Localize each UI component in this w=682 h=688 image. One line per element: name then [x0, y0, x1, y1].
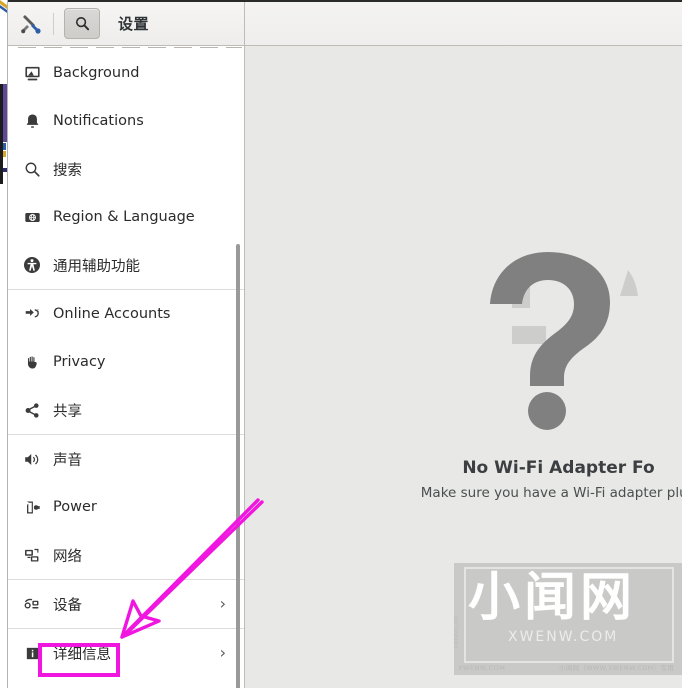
sidebar-item-label: 网络	[53, 548, 82, 565]
share-icon	[22, 400, 42, 420]
window-title: 设置	[118, 15, 150, 33]
watermark-footer-right: 小闻网（WWW.XWENW.COM）专用	[559, 664, 674, 672]
online-accounts-icon: s	[22, 304, 42, 324]
sidebar-item-notifications[interactable]: Notifications	[8, 97, 244, 145]
header-bar: 设置	[8, 2, 682, 46]
empty-state-subtitle: Make sure you have a Wi-Fi adapter plug	[420, 485, 682, 501]
search-toggle-button[interactable]	[64, 8, 100, 39]
sidebar-item-sharing[interactable]: 共享	[8, 386, 244, 434]
header-left-section: 设置	[8, 2, 245, 45]
power-icon	[22, 497, 42, 517]
question-mark-icon	[460, 246, 640, 436]
watermark-footer-left: XWENW.COM	[458, 664, 506, 672]
sidebar-scrollbar-track[interactable]	[236, 145, 242, 688]
sidebar-group-personal: Background Notifications 搜索 Region & Lan…	[8, 49, 244, 290]
watermark-side-text: XWENW.COM	[454, 616, 460, 649]
sidebar-item-label: Power	[53, 499, 97, 515]
sidebar-item-label: 声音	[53, 452, 82, 469]
region-language-icon	[22, 207, 42, 227]
sidebar-item-details[interactable]: 详细信息 ›	[8, 629, 244, 677]
background-corner-icon	[0, 0, 8, 22]
header-separator	[53, 12, 54, 35]
sidebar-group-hardware: 声音 Power 网络	[8, 435, 244, 580]
site-watermark: XWENW.COM 小闻网 XWENW.COM XWENW.COM 小闻网（WW…	[454, 563, 682, 675]
sidebar-item-label: Background	[53, 65, 140, 81]
sidebar-item-label: Notifications	[53, 113, 144, 129]
details-info-icon	[22, 643, 42, 663]
network-icon	[22, 545, 42, 565]
sound-icon	[22, 449, 42, 469]
privacy-hand-icon	[22, 352, 42, 372]
sidebar-group-devices: 设备 ›	[8, 580, 244, 629]
sidebar-item-label: 通用辅助功能	[53, 258, 140, 275]
chevron-right-icon: ›	[219, 594, 226, 613]
sidebar-item-privacy[interactable]: Privacy	[8, 338, 244, 386]
background-fragment-blue	[3, 143, 6, 150]
sidebar-item-online-accounts[interactable]: s Online Accounts	[8, 290, 244, 338]
sidebar-item-background[interactable]: Background	[8, 49, 244, 97]
sidebar-item-label: Privacy	[53, 354, 106, 370]
sidebar-item-label: Online Accounts	[53, 306, 171, 322]
empty-state-title: No Wi-Fi Adapter Fo	[462, 458, 655, 478]
tools-icon[interactable]	[18, 11, 44, 37]
wifi-empty-state: No Wi-Fi Adapter Fo Make sure you have a…	[245, 46, 682, 501]
svg-text:s: s	[36, 309, 39, 314]
sidebar-item-search[interactable]: 搜索	[8, 145, 244, 193]
watermark-en-text: XWENW.COM	[508, 629, 619, 645]
sidebar-item-power[interactable]: Power	[8, 483, 244, 531]
monitor-icon	[22, 63, 42, 83]
sidebar-item-network[interactable]: 网络	[8, 531, 244, 579]
header-right-section	[245, 2, 682, 45]
sidebar-group-accounts: s Online Accounts Privacy 共享	[8, 290, 244, 435]
sidebar-item-sound[interactable]: 声音	[8, 435, 244, 483]
sidebar-item-label: 详细信息	[53, 646, 111, 663]
sidebar-item-label: 搜索	[53, 162, 82, 179]
accessibility-icon	[22, 255, 42, 275]
search-icon	[75, 16, 89, 31]
sidebar-item-devices[interactable]: 设备 ›	[8, 580, 244, 628]
watermark-cn-text: 小闻网	[468, 568, 637, 628]
sidebar-scrollbar-thumb[interactable]	[236, 244, 240, 688]
settings-sidebar: Background Notifications 搜索 Region & Lan…	[8, 46, 245, 688]
background-fragment-yellow	[3, 151, 6, 157]
sidebar-group-details: 详细信息 ›	[8, 629, 244, 677]
devices-icon	[22, 594, 42, 614]
sidebar-item-label: Region & Language	[53, 209, 195, 225]
sidebar-item-label: 共享	[53, 403, 82, 420]
sidebar-item-label: 设备	[53, 597, 82, 614]
bell-icon	[22, 111, 42, 131]
sidebar-item-universal-access[interactable]: 通用辅助功能	[8, 241, 244, 289]
screenshot-root: 设置 Background Notifications 搜索 Region & …	[0, 0, 682, 688]
search-icon	[22, 159, 42, 179]
sidebar-item-region-language[interactable]: Region & Language	[8, 193, 244, 241]
chevron-right-icon: ›	[219, 643, 226, 662]
